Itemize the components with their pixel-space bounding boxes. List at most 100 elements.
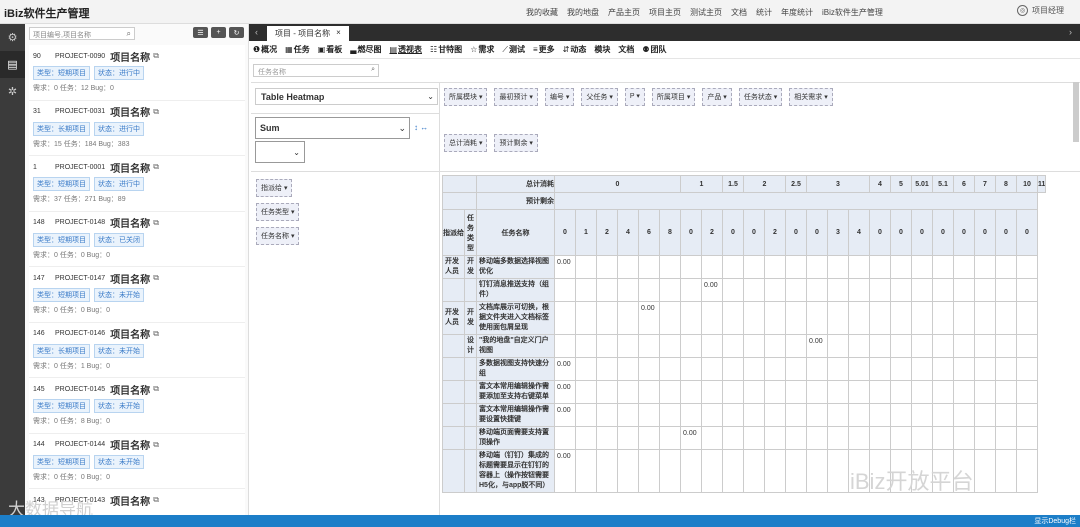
- external-link-icon[interactable]: ⧉: [153, 218, 159, 228]
- project-actions: ☰ + ↻: [193, 27, 244, 38]
- project-tags: 类型：短期项目 状态：进行中: [33, 66, 241, 80]
- external-link-icon[interactable]: ⧉: [153, 495, 159, 505]
- project-card[interactable]: 147 PROJECT-0147 项目名称 ⧉ 类型：短期项目 状态：未开始 需求：0 任务…: [29, 267, 245, 323]
- task-search-input[interactable]: 任务名称 ⌕: [253, 64, 379, 77]
- pivot-attribute-pill[interactable]: 任务类型 ▾: [256, 203, 300, 221]
- pivot-col-header: 5: [890, 175, 912, 193]
- toolbar-tab[interactable]: 文档: [618, 44, 634, 55]
- external-link-icon[interactable]: ⧉: [153, 384, 159, 394]
- pivot-attribute-pill[interactable]: 所属项目 ▾: [651, 88, 696, 106]
- project-search-input[interactable]: 项目编号,项目名称 ⌕: [29, 27, 135, 40]
- project-card[interactable]: 90 PROJECT-0090 项目名称 ⧉ 类型：短期项目 状态：进行中 需求：0 任务：…: [29, 45, 245, 101]
- toolbar-tab[interactable]: ☆需求: [470, 44, 494, 55]
- pivot-attribute-pill[interactable]: 产品 ▾: [702, 88, 732, 106]
- external-link-icon[interactable]: ⧉: [153, 162, 159, 172]
- topmenu-item[interactable]: 产品主页: [608, 7, 640, 18]
- topmenu-item[interactable]: 测试主页: [690, 7, 722, 18]
- project-name[interactable]: 项目名称: [110, 326, 150, 341]
- pivot-attribute-pill[interactable]: 指派给 ▾: [256, 179, 293, 197]
- toolbar-tab[interactable]: ≡更多: [533, 44, 555, 55]
- pivot-attribute-pill[interactable]: 相关需求 ▾: [789, 88, 833, 106]
- topmenu-item[interactable]: 我的地盘: [567, 7, 599, 18]
- external-link-icon[interactable]: ⧉: [153, 440, 159, 450]
- project-name[interactable]: 项目名称: [110, 437, 150, 452]
- project-name[interactable]: 项目名称: [110, 215, 150, 230]
- pivot-value-cell: [743, 278, 765, 302]
- scrollbar[interactable]: [1073, 82, 1079, 142]
- pivot-attribute-pill[interactable]: 预计剩余 ▾: [494, 134, 538, 152]
- project-card-header: 1 PROJECT-0001 项目名称 ⧉: [33, 159, 241, 175]
- toolbar-tab[interactable]: ⇵动态: [563, 44, 587, 55]
- debug-toggle[interactable]: 显示Debug栏: [1034, 516, 1076, 526]
- doc-icon[interactable]: ▤: [0, 51, 25, 78]
- topmenu-item[interactable]: iBiz软件生产管理: [822, 7, 883, 18]
- external-link-icon[interactable]: ⧉: [153, 329, 159, 339]
- project-name[interactable]: 项目名称: [110, 160, 150, 175]
- topmenu-item[interactable]: 年度统计: [781, 7, 813, 18]
- toolbar-tab[interactable]: ▦任务: [285, 44, 310, 55]
- tab-prev-icon[interactable]: ‹: [255, 27, 258, 37]
- toolbar-tab[interactable]: ▤透视表: [389, 44, 422, 55]
- project-status-badge: 状态：未开始: [94, 288, 144, 302]
- external-link-icon[interactable]: ⧉: [153, 107, 159, 117]
- settings-icon[interactable]: ✲: [0, 78, 25, 105]
- user-menu[interactable]: ◎ 项目经理: [1017, 5, 1064, 16]
- project-name[interactable]: 项目名称: [110, 49, 150, 64]
- list-icon[interactable]: ☰: [193, 27, 208, 38]
- renderer-select[interactable]: Table Heatmap ⌄: [255, 88, 438, 105]
- project-card[interactable]: 1 PROJECT-0001 项目名称 ⧉ 类型：短期项目 状态：进行中 需求：37 任务：…: [29, 156, 245, 212]
- module-icon[interactable]: ⚙: [0, 24, 25, 51]
- pivot-attribute-pill[interactable]: 所属模块 ▾: [444, 88, 488, 106]
- pivot-value-cell: [974, 449, 996, 493]
- project-card[interactable]: 148 PROJECT-0148 项目名称 ⧉ 类型：短期项目 状态：已关闭 需求：0 任务…: [29, 211, 245, 267]
- toolbar-tab[interactable]: ❶概况: [253, 44, 277, 55]
- toolbar-tab-label: 看板: [326, 45, 343, 54]
- project-name[interactable]: 项目名称: [110, 493, 150, 508]
- project-name[interactable]: 项目名称: [110, 104, 150, 119]
- close-icon[interactable]: ×: [336, 28, 341, 39]
- project-code: PROJECT-0146: [55, 330, 106, 337]
- pivot-attribute-pill[interactable]: 最初预计 ▾: [494, 88, 538, 106]
- topmenu-item[interactable]: 项目主页: [649, 7, 681, 18]
- refresh-icon[interactable]: ↻: [229, 27, 244, 38]
- project-name[interactable]: 项目名称: [110, 271, 150, 286]
- external-link-icon[interactable]: ⧉: [153, 273, 159, 283]
- project-card[interactable]: 145 PROJECT-0145 项目名称 ⧉ 类型：短期项目 状态：未开始 需求：0 任务…: [29, 378, 245, 434]
- pivot-attribute-pill[interactable]: 任务状态 ▾: [738, 88, 783, 106]
- project-card-header: 31 PROJECT-0031 项目名称 ⧉: [33, 104, 241, 120]
- pivot-value-cell: [974, 301, 996, 335]
- pivot-value-cell: [575, 255, 597, 279]
- sort-arrows-icon[interactable]: ↕ ↔: [414, 123, 428, 132]
- toolbar-tab[interactable]: ▃燃尽图: [350, 44, 381, 55]
- pivot-value-cell: [638, 255, 660, 279]
- tab-next-icon[interactable]: ›: [1069, 27, 1072, 37]
- topmenu-item[interactable]: 统计: [756, 7, 772, 18]
- aggregator-select[interactable]: Sum ⌄: [255, 117, 410, 139]
- pivot-attribute-pill[interactable]: P ▾: [624, 88, 645, 106]
- pivot-attribute-pill[interactable]: 父任务 ▾: [581, 88, 618, 106]
- external-link-icon[interactable]: ⧉: [153, 51, 159, 61]
- toolbar-tab[interactable]: ☷甘特图: [430, 44, 462, 55]
- topmenu-item[interactable]: 文档: [731, 7, 747, 18]
- pivot-value-cell: [785, 255, 807, 279]
- tab-project[interactable]: 项目 - 项目名称 ×: [267, 26, 349, 41]
- pivot-attribute-pill[interactable]: 总计消耗 ▾: [444, 134, 488, 152]
- toolbar-tab[interactable]: ▣看板: [318, 44, 343, 55]
- pivot-attribute-pill[interactable]: 编号 ▾: [544, 88, 575, 106]
- toolbar-tab[interactable]: ⟋测试: [502, 44, 525, 55]
- project-card[interactable]: 31 PROJECT-0031 项目名称 ⧉ 类型：长期项目 状态：进行中 需求：15 任务…: [29, 100, 245, 156]
- project-name[interactable]: 项目名称: [110, 382, 150, 397]
- toolbar-tab[interactable]: ⚉团队: [642, 44, 666, 55]
- pivot-value-cell: [701, 449, 723, 493]
- aggregator-attr-select[interactable]: ⌄: [255, 141, 305, 163]
- project-card[interactable]: 146 PROJECT-0146 项目名称 ⧉ 类型：长期项目 状态：未开始 需求：0 任务…: [29, 322, 245, 378]
- add-icon[interactable]: +: [211, 27, 226, 38]
- project-panel: 项目编号,项目名称 ⌕ ☰ + ↻ 90 PROJECT-0090 项目名称 ⧉ 类型：…: [25, 24, 249, 515]
- pivot-value-cell: [995, 380, 1017, 404]
- pivot-value-cell: [764, 301, 786, 335]
- pivot-attribute-pill[interactable]: 任务名称 ▾: [256, 227, 300, 245]
- project-card[interactable]: 144 PROJECT-0144 项目名称 ⧉ 类型：短期项目 状态：未开始 需求：0 任务…: [29, 433, 245, 489]
- topmenu-item[interactable]: 我的收藏: [526, 7, 558, 18]
- toolbar-tab[interactable]: 模块: [594, 44, 610, 55]
- pivot-value-cell: [869, 403, 891, 427]
